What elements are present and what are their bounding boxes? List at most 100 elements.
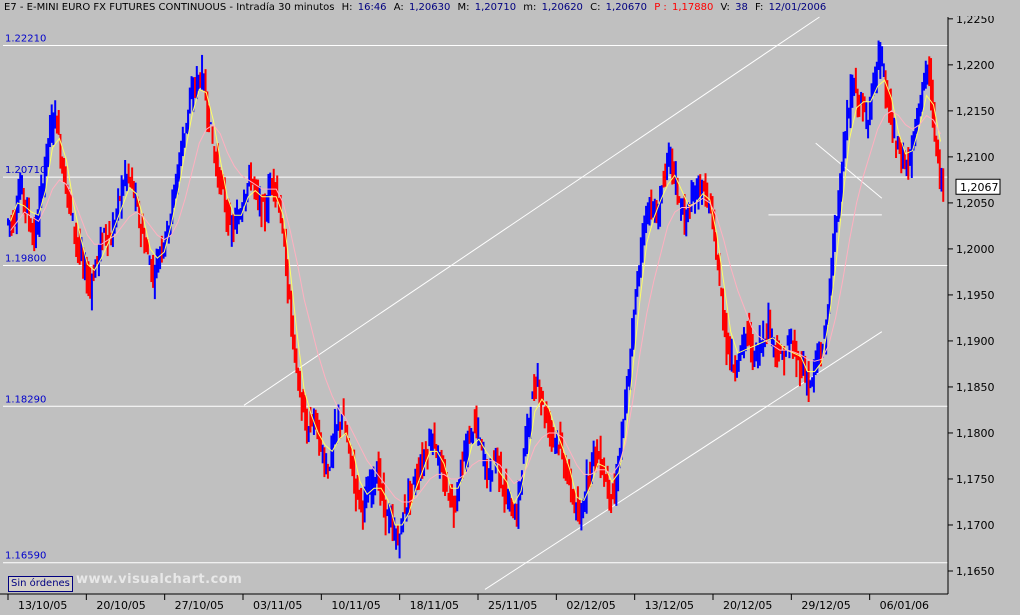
price-bar <box>753 350 756 368</box>
price-bar <box>664 163 667 187</box>
price-bar <box>204 69 207 101</box>
price-bar <box>125 173 128 192</box>
y-tick-label: 1,1850 <box>956 381 995 394</box>
price-bar <box>354 478 357 512</box>
price-bar <box>326 463 329 479</box>
price-bar <box>548 411 551 447</box>
price-bar <box>534 376 537 399</box>
level-label-4: 1.16590 <box>5 551 46 562</box>
level-label-2: 1.19800 <box>5 253 46 264</box>
v-label: V: <box>720 2 730 13</box>
price-bar <box>554 437 557 454</box>
price-bar <box>470 428 473 443</box>
price-bar <box>706 182 709 208</box>
price-bar <box>215 151 218 177</box>
price-bar <box>583 491 586 513</box>
last-price-label: 1,2067 <box>960 181 999 194</box>
price-bar <box>485 459 488 489</box>
price-bar <box>601 458 604 476</box>
price-bar <box>550 420 553 452</box>
mm-value: 1,20620 <box>541 2 583 13</box>
price-bar <box>239 208 242 220</box>
h-value: 16:46 <box>357 2 387 13</box>
price-bar <box>75 222 78 257</box>
price-bar <box>543 406 546 429</box>
price-bar <box>571 488 574 505</box>
f-value: 12/01/2006 <box>768 2 827 13</box>
price-bar <box>877 40 880 70</box>
watermark: www.visualchart.com <box>76 572 243 587</box>
orders-status-button[interactable]: Sin órdenes <box>8 576 73 592</box>
price-bar <box>209 122 212 125</box>
price-bar <box>851 74 854 108</box>
price-bar <box>928 56 931 87</box>
price-bar <box>258 186 261 217</box>
price-bar <box>681 198 684 215</box>
price-bar <box>608 479 611 511</box>
price-bar <box>917 103 920 126</box>
price-bar <box>143 227 146 254</box>
price-bar <box>377 451 380 491</box>
price-bar <box>905 159 908 177</box>
price-bar <box>342 398 345 417</box>
y-tick-label: 1,2100 <box>956 151 995 164</box>
price-bar <box>134 182 137 212</box>
price-bar <box>293 334 296 363</box>
price-bar <box>641 223 644 263</box>
price-bar <box>150 259 153 283</box>
price-bar <box>603 457 606 487</box>
price-bar <box>638 265 641 287</box>
price-bar <box>178 152 181 182</box>
p-value: 1,17880 <box>671 2 714 13</box>
price-bar <box>734 355 737 382</box>
price-bar <box>627 369 630 387</box>
price-bar <box>417 457 420 490</box>
price-bar <box>522 448 525 464</box>
price-bar <box>288 284 291 300</box>
price-bar <box>323 447 326 478</box>
price-bar <box>856 88 859 118</box>
price-bar <box>339 421 342 439</box>
price-bar <box>772 337 775 358</box>
price-bar <box>699 174 702 198</box>
price-bar <box>685 209 688 237</box>
price-bar <box>585 459 588 514</box>
price-bar <box>68 188 71 214</box>
price-bar <box>809 380 812 389</box>
price-bar <box>430 429 433 451</box>
price-bar <box>180 140 183 167</box>
price-bar <box>781 350 784 360</box>
price-bar <box>513 503 516 520</box>
price-bar <box>155 248 158 279</box>
price-bar <box>145 237 148 253</box>
price-bar <box>319 432 322 452</box>
price-bar <box>576 486 579 522</box>
p-label: P : <box>654 2 667 13</box>
price-bar <box>865 101 868 130</box>
price-bar <box>181 126 184 157</box>
price-bar <box>395 528 398 550</box>
price-bar <box>853 77 856 96</box>
x-tick-label: 20/12/05 <box>723 599 772 612</box>
price-bar <box>662 170 665 188</box>
price-bar <box>15 195 18 235</box>
price-bar <box>367 476 370 503</box>
price-chart[interactable]: 1.222101.207101.198001.182901.165901,225… <box>0 0 1020 615</box>
price-bar <box>896 136 899 150</box>
price-bar <box>900 142 903 174</box>
price-bar <box>269 172 272 196</box>
a-value: 1,20630 <box>408 2 451 13</box>
price-bar <box>249 162 252 191</box>
price-bar <box>447 492 450 501</box>
price-bar <box>316 412 319 440</box>
price-bar <box>517 480 520 529</box>
price-bar <box>660 185 663 204</box>
price-bar <box>321 444 324 464</box>
price-bar <box>358 489 361 510</box>
price-bar <box>837 190 840 222</box>
price-bar <box>20 175 23 195</box>
price-bar <box>811 377 814 387</box>
price-bar <box>360 488 363 513</box>
price-bar <box>454 495 457 513</box>
price-bar <box>812 359 815 393</box>
